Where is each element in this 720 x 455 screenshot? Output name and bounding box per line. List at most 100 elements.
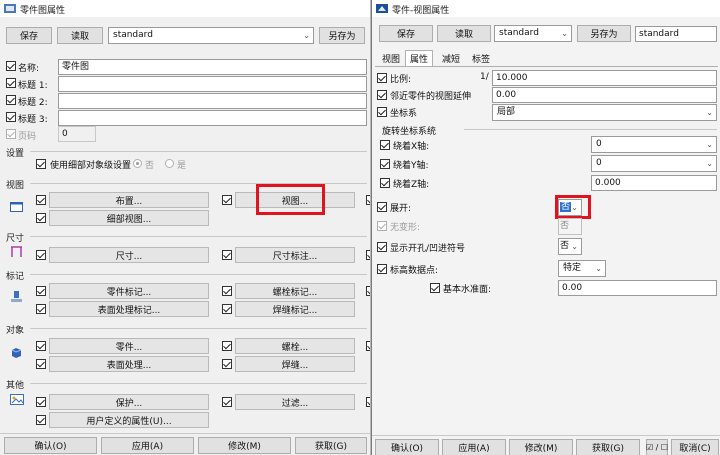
protect-button[interactable]: 保护... — [49, 394, 209, 410]
title2-label: 标题 2: — [18, 98, 48, 108]
title2-field[interactable] — [58, 93, 367, 109]
load-button[interactable]: 读取 — [57, 27, 103, 44]
preset-value: standard — [499, 28, 539, 38]
extend-checkbox[interactable] — [377, 90, 387, 100]
surface-button[interactable]: 表面处理... — [49, 356, 209, 372]
apply-button[interactable]: 应用(A) — [442, 439, 506, 455]
dimension-checkbox[interactable] — [36, 250, 46, 260]
bolt-button[interactable]: 螺栓... — [235, 338, 355, 354]
other-icon — [10, 394, 24, 405]
part-mark-checkbox[interactable] — [36, 286, 46, 296]
coord-checkbox[interactable] — [377, 107, 387, 117]
user-attr-checkbox[interactable] — [36, 415, 46, 425]
save-as-button[interactable]: 另存为 — [319, 27, 365, 44]
title-bar: 零件-视图属性 — [372, 0, 720, 17]
filter-button[interactable]: 过滤... — [235, 394, 355, 410]
show-hole-checkbox[interactable] — [377, 242, 387, 252]
tab-shorten[interactable]: 减短 — [438, 51, 464, 66]
unfold-label: 展开: — [390, 204, 412, 214]
scale-checkbox[interactable] — [377, 73, 387, 83]
bolt-mark-checkbox[interactable] — [222, 286, 232, 296]
rot-y-select[interactable]: 0 ⌄ — [591, 155, 717, 172]
part-button[interactable]: 零件... — [49, 338, 209, 354]
dim-mark-button[interactable]: 尺寸标注... — [235, 247, 355, 263]
show-hole-select[interactable]: 否 ⌄ — [558, 238, 582, 255]
toggle-all-button[interactable]: ☑ / ☐ — [646, 439, 668, 455]
elev-point-select[interactable]: 特定 ⌄ — [558, 260, 606, 277]
tab-label[interactable]: 标签 — [468, 51, 494, 66]
surface-mark-checkbox[interactable] — [36, 304, 46, 314]
bolt-checkbox[interactable] — [222, 341, 232, 351]
highlight-box — [256, 184, 325, 215]
rot-x-value: 0 — [596, 139, 602, 149]
radio-no[interactable] — [133, 159, 142, 168]
detail-view-button[interactable]: 细部视图... — [49, 210, 209, 226]
apply-button[interactable]: 应用(A) — [101, 437, 194, 454]
filter-checkbox[interactable] — [222, 397, 232, 407]
preset-name-field[interactable]: standard — [635, 26, 717, 42]
rot-y-value: 0 — [596, 158, 602, 168]
layout-button[interactable]: 布置... — [49, 192, 209, 208]
layout-checkbox[interactable] — [36, 195, 46, 205]
cancel-button[interactable]: 取消(C) — [671, 439, 719, 455]
rot-y-checkbox[interactable] — [380, 159, 390, 169]
name-field[interactable]: 零件图 — [58, 59, 367, 75]
tab-attributes[interactable]: 属性 — [405, 50, 434, 67]
save-button[interactable]: 保存 — [379, 25, 433, 42]
save-as-button[interactable]: 另存为 — [577, 25, 631, 42]
rot-x-select[interactable]: 0 ⌄ — [591, 136, 717, 153]
title1-field[interactable] — [58, 76, 367, 92]
part-checkbox[interactable] — [36, 341, 46, 351]
unfold-checkbox[interactable] — [377, 202, 387, 212]
user-attr-button[interactable]: 用户定义的属性(U)... — [49, 412, 209, 428]
name-checkbox[interactable] — [6, 61, 16, 71]
title2-checkbox[interactable] — [6, 95, 16, 105]
dim-mark-checkbox[interactable] — [222, 250, 232, 260]
bolt-mark-button[interactable]: 螺栓标记... — [235, 283, 355, 299]
surface-mark-button[interactable]: 表面处理标记... — [49, 301, 209, 317]
get-button[interactable]: 获取(G) — [576, 439, 640, 455]
view-checkbox[interactable] — [222, 195, 232, 205]
save-button[interactable]: 保存 — [6, 27, 52, 44]
object-icon — [11, 348, 22, 358]
base-level-field[interactable]: 0.00 — [558, 280, 717, 296]
ok-button[interactable]: 确认(O) — [375, 439, 439, 455]
extend-field[interactable]: 0.00 — [492, 87, 717, 103]
get-button[interactable]: 获取(G) — [295, 437, 367, 454]
title1-checkbox[interactable] — [6, 78, 16, 88]
use-detail-checkbox[interactable] — [36, 159, 46, 169]
part-mark-button[interactable]: 零件标记... — [49, 283, 209, 299]
show-hole-value: 否 — [560, 241, 570, 251]
chevron-down-icon: ⌄ — [303, 31, 310, 40]
elev-point-checkbox[interactable] — [377, 264, 387, 274]
preset-select[interactable]: standard ⌄ — [494, 25, 572, 42]
title3-checkbox[interactable] — [6, 112, 16, 122]
dimension-button[interactable]: 尺寸... — [49, 247, 209, 263]
load-button[interactable]: 读取 — [437, 25, 491, 42]
chevron-down-icon: ⌄ — [706, 108, 713, 117]
modify-button[interactable]: 修改(M) — [509, 439, 573, 455]
coord-select[interactable]: 局部 ⌄ — [492, 104, 717, 121]
title3-field[interactable] — [58, 110, 367, 126]
modify-button[interactable]: 修改(M) — [198, 437, 291, 454]
rot-z-field[interactable]: 0.000 — [591, 175, 717, 191]
weld-button[interactable]: 焊缝... — [235, 356, 355, 372]
rot-x-checkbox[interactable] — [380, 140, 390, 150]
radio-yes[interactable] — [165, 159, 174, 168]
dimension-icon — [11, 246, 22, 257]
divider — [30, 383, 367, 384]
chevron-down-icon: ⌄ — [706, 159, 713, 168]
rot-z-checkbox[interactable] — [380, 178, 390, 188]
name-label: 名称: — [18, 64, 40, 74]
surface-checkbox[interactable] — [36, 359, 46, 369]
protect-checkbox[interactable] — [36, 397, 46, 407]
weld-checkbox[interactable] — [222, 359, 232, 369]
preset-select[interactable]: standard ⌄ — [108, 27, 314, 44]
ok-button[interactable]: 确认(O) — [4, 437, 97, 454]
scale-field[interactable]: 10.000 — [492, 70, 717, 86]
base-level-checkbox[interactable] — [430, 283, 440, 293]
detail-view-checkbox[interactable] — [36, 213, 46, 223]
tab-view[interactable]: 视图 — [378, 51, 404, 66]
weld-mark-button[interactable]: 焊缝标记... — [235, 301, 355, 317]
weld-mark-checkbox[interactable] — [222, 304, 232, 314]
